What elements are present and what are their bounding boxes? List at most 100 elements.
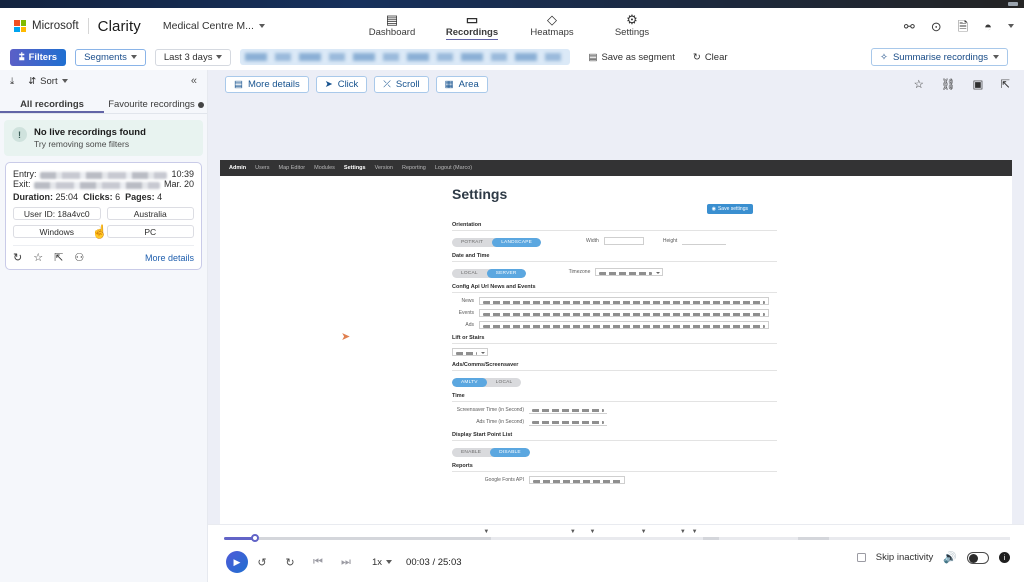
recording-time: 10:39: [171, 169, 194, 179]
tab-favourite-recordings[interactable]: Favourite recordings: [104, 92, 208, 113]
clear-filters-button[interactable]: ↻ Clear: [693, 52, 728, 63]
alert-title: No live recordings found: [34, 127, 146, 138]
next-page-icon[interactable]: ⏭: [332, 556, 360, 569]
volume-icon[interactable]: 🔊: [943, 551, 957, 564]
screensaver-time-input: [529, 406, 607, 414]
nav-item-recordings[interactable]: ▭ Recordings: [445, 12, 499, 42]
orientation-toggle: POTRAIT LANDSCAPE: [452, 238, 541, 247]
share-icon[interactable]: ⇱: [54, 251, 63, 264]
timeline-marker[interactable]: ▼: [570, 529, 576, 535]
display-start-point-toggle: ENABLE DISABLE: [452, 448, 530, 457]
site-selector[interactable]: Medical Centre M...: [163, 20, 265, 32]
no-live-recordings-alert: ! No live recordings found Try removing …: [4, 120, 203, 156]
screensaver-time-row: Screensaver Time (in Second): [452, 406, 777, 414]
toggle-switch[interactable]: [967, 552, 989, 564]
duration-label: Duration:: [13, 192, 53, 202]
download-icon[interactable]: ⤓: [10, 76, 14, 87]
news-label: News: [452, 298, 474, 304]
integrations-icon[interactable]: ⚯: [904, 20, 915, 33]
forward-10-icon[interactable]: ↻: [276, 556, 304, 569]
applied-filter-chip[interactable]: [240, 49, 570, 65]
entry-url-redacted: [40, 172, 168, 179]
click-cursor-icon: ➤: [325, 79, 333, 90]
clarity-recordings-page: Microsoft Clarity Medical Centre M... ▤ …: [0, 0, 1024, 582]
chevron-down-icon: [386, 560, 392, 564]
nav-item-settings[interactable]: ⚙ Settings: [605, 12, 659, 42]
replay-icon[interactable]: ↻: [13, 251, 22, 264]
share-export-icon[interactable]: ⇱: [1000, 77, 1010, 91]
favourite-star-icon[interactable]: ☆: [33, 251, 43, 264]
section-heading-lift-or-stairs: Lift or Stairs: [452, 335, 777, 344]
replayed-site-navbar: Admin Users Map Editor Modules Settings …: [220, 160, 1012, 176]
docs-icon[interactable]: 🗎: [958, 20, 968, 33]
date-time-option-server: SERVER: [487, 269, 526, 278]
favourite-star-icon[interactable]: ☆: [914, 77, 924, 91]
timeline-marker[interactable]: ▼: [589, 529, 595, 535]
ads-time-label: Ads Time (in Second): [452, 419, 524, 425]
filters-button[interactable]: ⩲ Filters: [10, 49, 66, 66]
skip-inactivity-checkbox[interactable]: [857, 553, 866, 562]
site-selector-label: Medical Centre M...: [163, 20, 254, 32]
timeline-thumb[interactable]: [251, 534, 259, 542]
section-heading-orientation: Orientation: [452, 222, 777, 231]
click-filter-button[interactable]: ➤ Click: [316, 76, 368, 93]
save-settings-button: ◉ Save settings: [707, 204, 753, 214]
exit-label: Exit:: [13, 179, 31, 189]
recording-card[interactable]: Entry: 10:39 Exit: Mar. 20 Duration: 25:…: [5, 162, 202, 270]
previous-page-icon[interactable]: ⏮: [304, 556, 332, 569]
chevron-down-icon: [62, 79, 68, 83]
playback-speed-dropdown[interactable]: 1x: [372, 557, 392, 568]
account-avatar-icon[interactable]: ◓: [984, 20, 992, 33]
ads-label: Ads: [452, 322, 474, 328]
date-range-dropdown[interactable]: Last 3 days: [155, 49, 232, 66]
config-events-row: Events: [452, 309, 777, 317]
timeline-track[interactable]: [224, 537, 1010, 540]
nav-label-settings: Settings: [615, 27, 649, 38]
nav-item-heatmaps[interactable]: ◇ Heatmaps: [525, 12, 579, 42]
timeline-marker[interactable]: ▼: [641, 529, 647, 535]
recording-tags-row-1: User ID: 18a4vc0 Australia: [13, 207, 194, 220]
nav-item-dashboard[interactable]: ▤ Dashboard: [365, 12, 419, 42]
rewind-10-icon[interactable]: ↺: [248, 556, 276, 569]
lift-stairs-select: [452, 348, 488, 356]
transport-controls: ▶ ↺ ↻ ⏮ ⏭ 1x 00:03 / 25:03: [226, 551, 462, 573]
ads-url-input: [479, 321, 769, 329]
copy-link-icon[interactable]: ⛓: [941, 77, 956, 91]
player-toolbar: ▤ More details ➤ Click ⤫ Scroll ▦ Area ☆…: [208, 70, 1024, 98]
area-filter-button[interactable]: ▦ Area: [436, 76, 488, 93]
area-filter-label: Area: [459, 79, 479, 90]
lift-stairs-row: [452, 348, 777, 356]
scroll-filter-button[interactable]: ⤫ Scroll: [374, 76, 428, 93]
date-range-label: Last 3 days: [164, 52, 213, 63]
chevron-down-icon[interactable]: [1008, 24, 1014, 28]
replay-viewport[interactable]: Admin Users Map Editor Modules Settings …: [220, 160, 1012, 552]
header-divider: [88, 18, 89, 34]
floppy-disk-icon: ▤: [588, 52, 597, 63]
mouse-pointer-hand-icon: ☝: [92, 224, 108, 240]
save-as-segment-button[interactable]: ▤ Save as segment: [588, 52, 674, 63]
events-label: Events: [452, 310, 474, 316]
tab-all-recordings[interactable]: All recordings: [0, 92, 104, 113]
save-as-segment-label: Save as segment: [601, 52, 674, 63]
timeline-marker[interactable]: ▼: [483, 529, 489, 535]
info-icon[interactable]: i: [999, 552, 1010, 563]
user-icon[interactable]: ⚇: [74, 251, 84, 264]
playback-speed-label: 1x: [372, 557, 382, 568]
notes-icon[interactable]: ▣: [972, 77, 983, 91]
more-details-button[interactable]: ▤ More details: [225, 76, 309, 93]
microsoft-logo[interactable]: Microsoft: [14, 20, 79, 32]
summarise-recordings-button[interactable]: ✧ Summarise recordings: [871, 48, 1008, 66]
help-icon[interactable]: ⊙: [931, 20, 942, 33]
window-controls[interactable]: [1008, 2, 1018, 6]
recording-date: Mar. 20: [164, 179, 194, 189]
sort-control[interactable]: ⇵ Sort: [28, 76, 67, 87]
google-fonts-row: Google Fonts API: [452, 476, 777, 484]
nav-label-dashboard: Dashboard: [369, 27, 415, 38]
segments-dropdown[interactable]: Segments: [75, 49, 146, 66]
timeline-marker[interactable]: ▼: [680, 529, 686, 535]
more-details-link[interactable]: More details: [145, 253, 194, 263]
play-button[interactable]: ▶: [226, 551, 248, 573]
collapse-panel-icon[interactable]: «: [191, 75, 197, 87]
timeline[interactable]: ▼ ▼ ▼ ▼ ▼ ▼: [224, 536, 1010, 540]
timeline-marker[interactable]: ▼: [692, 529, 698, 535]
